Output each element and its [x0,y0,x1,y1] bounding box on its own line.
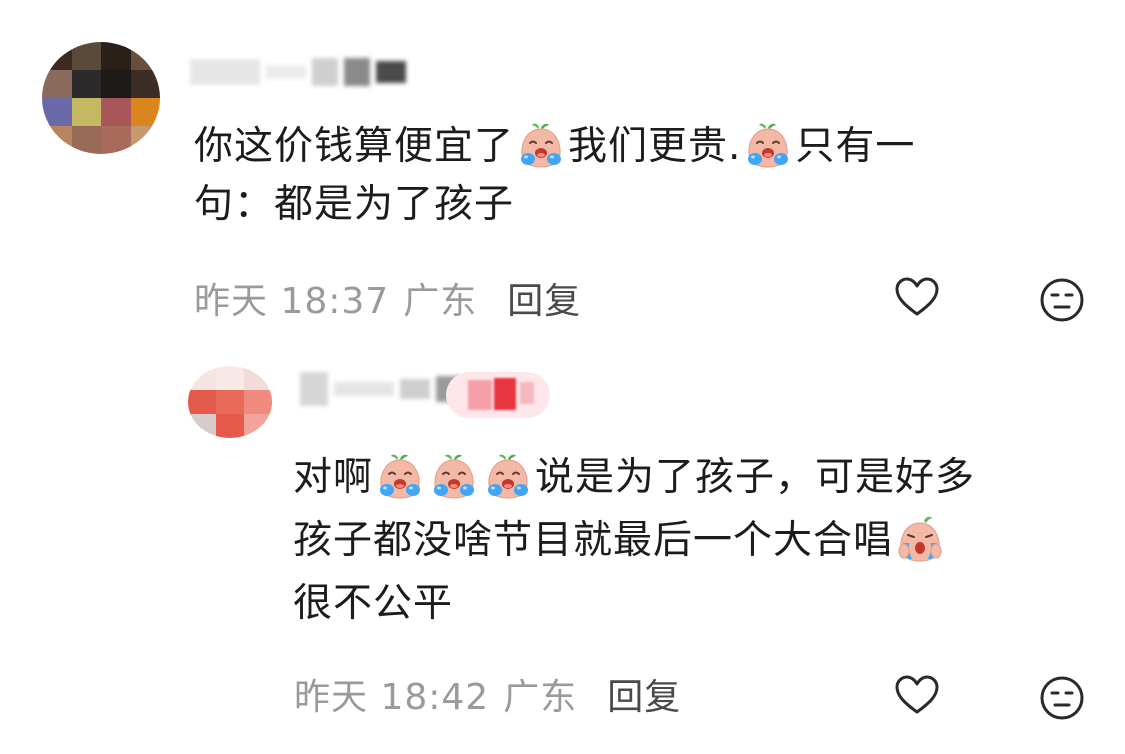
username-blurred[interactable] [300,372,462,406]
heart-icon[interactable] [893,672,941,720]
reply-button[interactable]: 回复 [507,272,581,324]
comment-meta: 昨天 18:42 广东 回复 [294,668,681,720]
location: 广东 [503,677,578,718]
comment-text: 我们更贵. [568,124,742,169]
avatar[interactable] [188,366,272,438]
comment-text: 句：都是为了孩子 [194,182,515,227]
crying-face-emoji [515,121,567,169]
timestamp: 昨天 18:42 [294,677,490,718]
comment-text: 只有一 [795,124,916,169]
comment-text: 孩子都没啥节目就最后一个大合唱 [293,518,894,563]
reply-button[interactable]: 回复 [607,668,681,720]
comment-meta: 昨天 18:37 广东 回复 [194,272,581,324]
timestamp: 昨天 18:37 [194,281,390,322]
location: 广东 [403,281,478,322]
user-badge [446,372,550,418]
comment-body: 对啊 说是为了孩子，可是好多 孩子都没啥节目就最后一个大合唱 很不公平 [293,446,1093,635]
comment-text: 你这价钱算便宜了 [194,124,515,169]
comment-text: 说是为了孩子，可是好多 [535,455,976,500]
crying-face-emoji [894,515,946,563]
comment-text: 很不公平 [293,581,454,626]
crying-face-emoji [374,452,426,500]
heart-icon[interactable] [893,274,941,322]
comment-text: 对啊 [293,455,374,500]
username-blurred[interactable] [190,58,406,86]
crying-face-emoji [482,452,534,500]
crying-face-emoji [742,121,794,169]
neutral-face-icon[interactable] [1038,674,1086,722]
neutral-face-icon[interactable] [1038,276,1086,324]
comment-body: 你这价钱算便宜了 我们更贵. 只有一 句：都是为了孩子 [194,118,1074,234]
crying-face-emoji [428,452,480,500]
avatar[interactable] [42,42,160,154]
